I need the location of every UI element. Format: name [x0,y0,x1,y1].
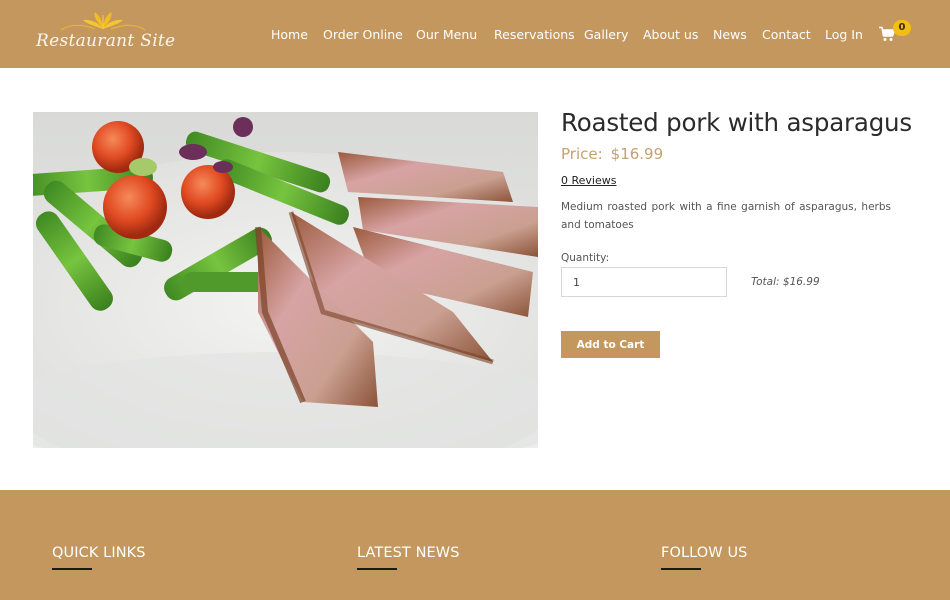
nav-our-menu[interactable]: Our Menu [416,27,477,42]
nav-reservations[interactable]: Reservations [494,27,575,42]
food-photo [33,112,538,448]
footer-heading-quick-links: QUICK LINKS [52,545,146,561]
main-nav: Home Order Online Our Menu Reservations … [0,27,950,45]
footer-divider [661,568,701,570]
product-image [33,112,538,448]
cart-count-badge: 0 [893,20,911,36]
footer-divider [52,568,92,570]
price-value: $16.99 [610,145,664,163]
reviews-link[interactable]: 0 Reviews [561,174,616,187]
site-header: Restaurant Site Home Order Online Our Me… [0,0,950,68]
product-description: Medium roasted pork with a fine garnish … [561,201,891,231]
footer-divider [357,568,397,570]
nav-order-online[interactable]: Order Online [323,27,403,42]
nav-about-us[interactable]: About us [643,27,698,42]
add-to-cart-button[interactable]: Add to Cart [561,331,660,358]
price-label: Price: [561,145,603,163]
nav-contact[interactable]: Contact [762,27,811,42]
nav-news[interactable]: News [713,27,747,42]
footer-heading-follow-us: FOLLOW US [661,545,748,561]
nav-gallery[interactable]: Gallery [584,27,629,42]
total-price: Total: $16.99 [751,276,820,288]
product-price: Price: $16.99 [561,145,663,163]
footer-follow-us: FOLLOW US [661,545,747,570]
footer-heading-latest-news: LATEST NEWS [357,545,460,561]
product-title: Roasted pork with asparagus [561,108,912,137]
footer-quick-links: QUICK LINKS [52,545,146,570]
site-footer: QUICK LINKS LATEST NEWS FOLLOW US [0,490,950,600]
nav-home[interactable]: Home [271,27,308,42]
quantity-input[interactable] [561,267,727,297]
footer-latest-news: LATEST NEWS [357,545,460,570]
quantity-label: Quantity: [561,252,610,264]
nav-log-in[interactable]: Log In [825,27,863,42]
